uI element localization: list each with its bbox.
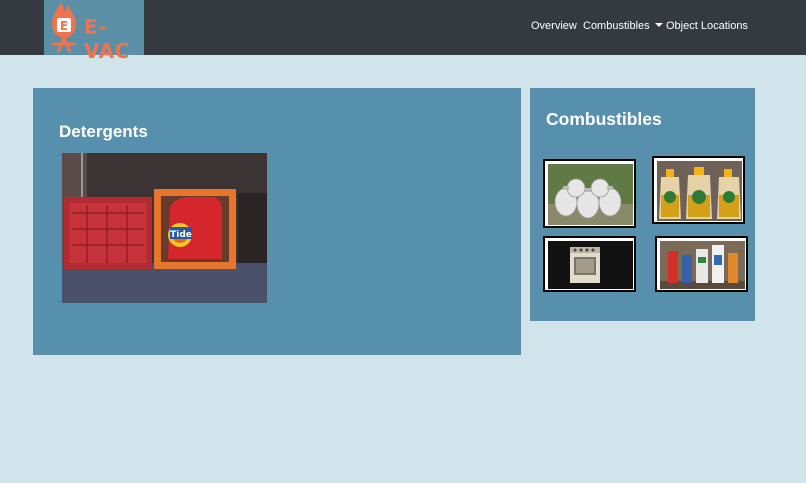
detergent-bottles-image	[657, 161, 742, 221]
logo-letter: E	[60, 19, 68, 33]
flame-logo-icon: E	[52, 2, 76, 53]
navbar: E E-VAC Overview Combustibles Object Loc…	[0, 0, 806, 63]
detergent-bottles-thumbnail[interactable]	[652, 156, 745, 224]
combustibles-title: Combustibles	[546, 109, 662, 129]
propane-tanks-image	[548, 164, 633, 225]
aerosol-cans-thumbnail[interactable]	[655, 236, 748, 292]
detergents-title: Detergents	[59, 122, 148, 141]
detergent-image: Tide	[62, 153, 267, 303]
brand-name: E-VAC	[84, 15, 130, 63]
nav-object-locations-link[interactable]: Object Locations	[666, 20, 748, 32]
svg-text:Tide: Tide	[170, 230, 192, 240]
stove-thumbnail[interactable]	[543, 236, 636, 292]
nav-overview-link[interactable]: Overview	[531, 20, 577, 32]
caret-down-icon	[654, 23, 663, 28]
stove-image	[548, 241, 633, 289]
detergents-panel: Detergents Tide	[33, 88, 521, 355]
nav-combustibles-dropdown[interactable]: Combustibles	[583, 20, 663, 32]
propane-tanks-thumbnail[interactable]	[543, 159, 636, 228]
brand-logo[interactable]: E E-VAC	[44, 0, 144, 63]
combustibles-panel: Combustibles	[530, 88, 755, 321]
nav-combustibles-label: Combustibles	[583, 20, 650, 32]
aerosol-cans-image	[660, 241, 745, 289]
